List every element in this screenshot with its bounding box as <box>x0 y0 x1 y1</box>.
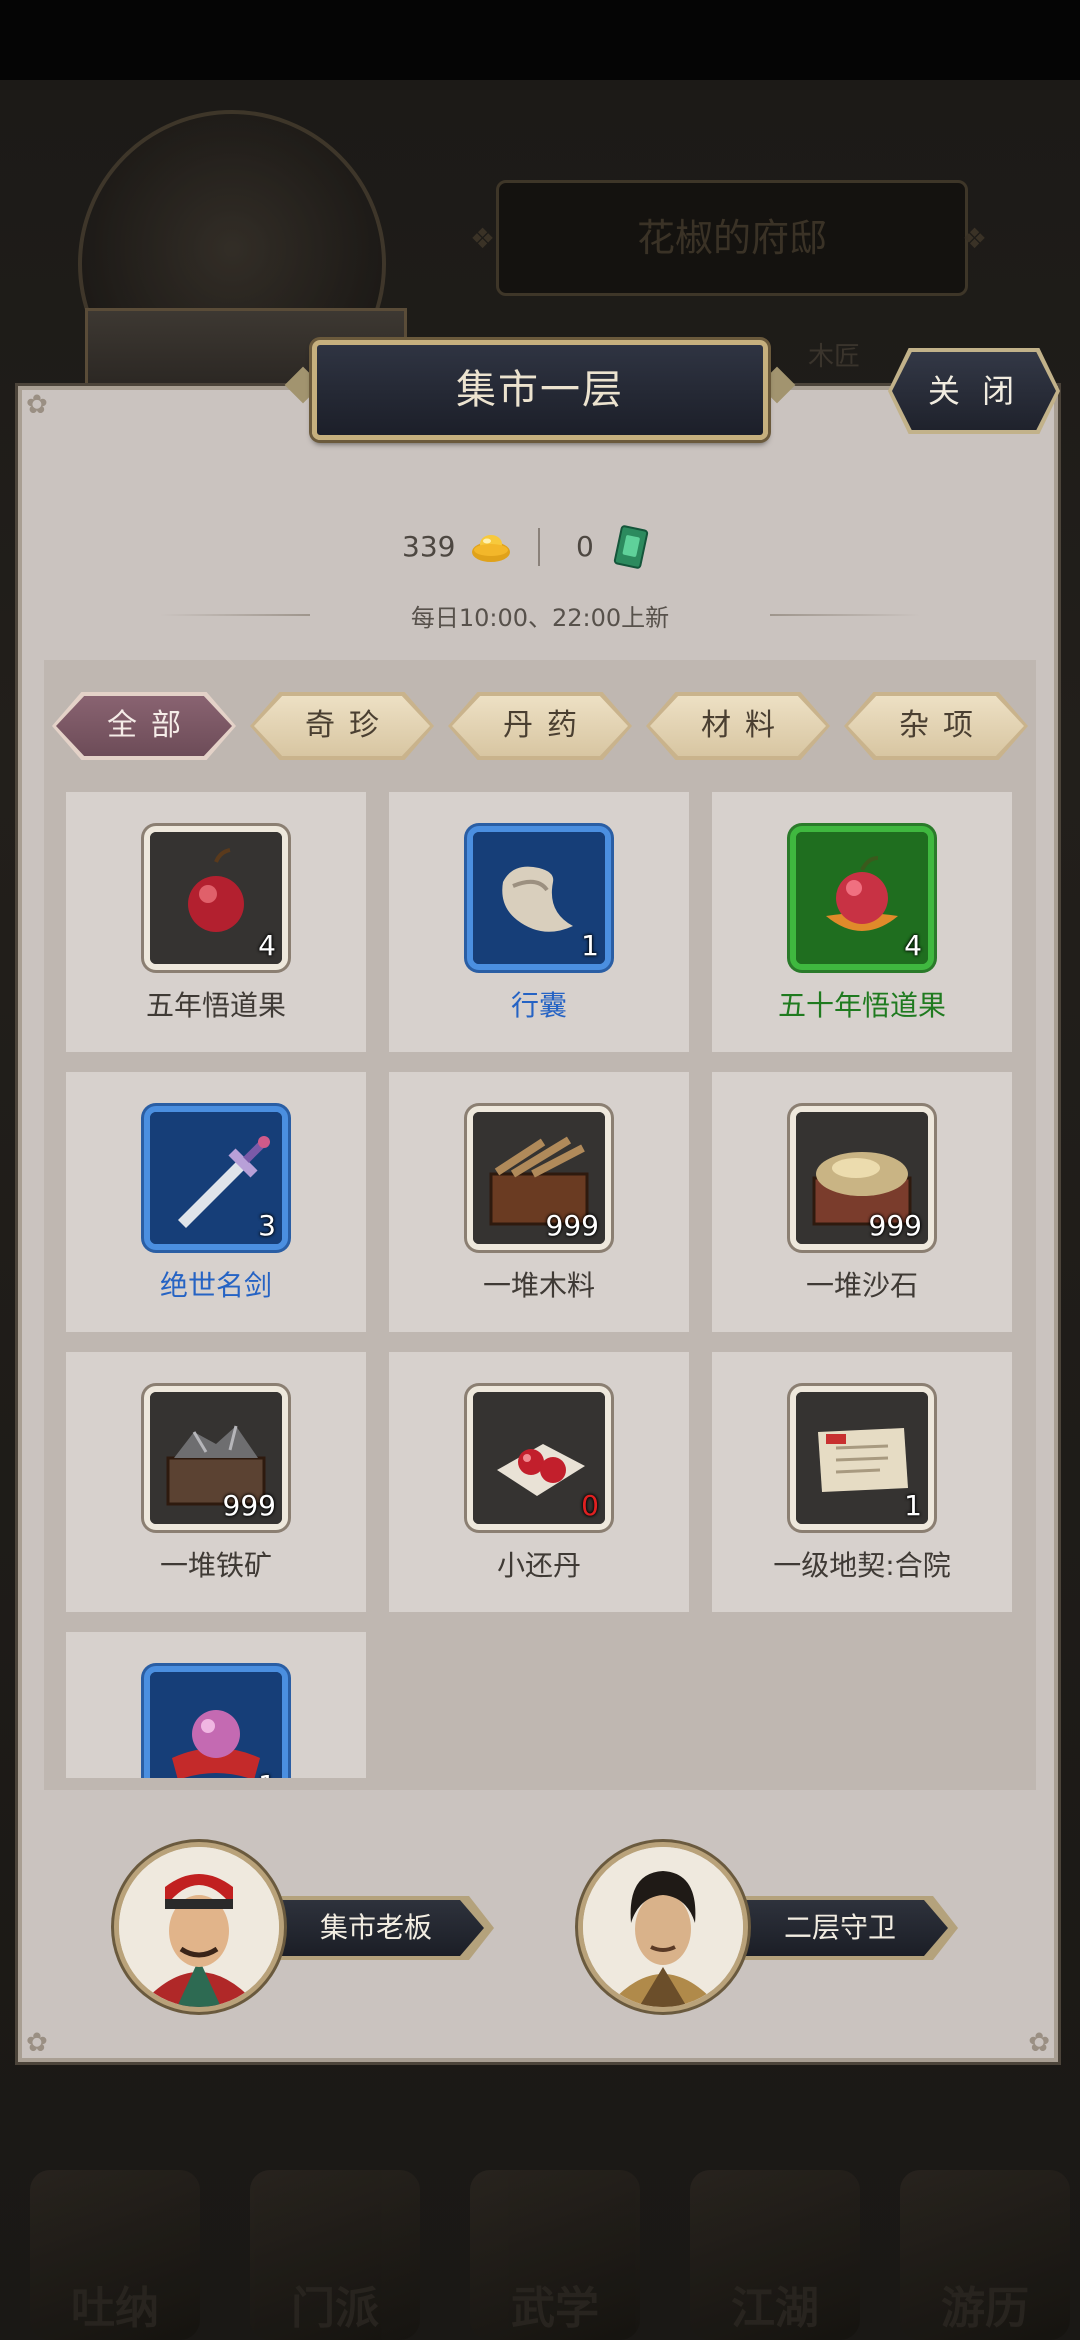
item-frame: 999 <box>790 1106 934 1250</box>
item-frame: 1 <box>790 1386 934 1530</box>
item-card[interactable]: 4 五十年悟道果 <box>712 792 1012 1052</box>
status-bar <box>0 0 1080 80</box>
item-name: 一堆木料 <box>482 1269 595 1302</box>
nav-label: 门派 <box>291 2283 379 2334</box>
item-frame: 0 <box>467 1386 611 1530</box>
corner-ornament-icon: ✿ <box>26 390 48 420</box>
close-button[interactable]: 关 闭 <box>892 352 1056 430</box>
item-frame: 999 <box>144 1386 288 1530</box>
tab-misc[interactable]: 杂项 <box>844 692 1028 760</box>
tab-label: 丹药 <box>452 696 628 756</box>
bottom-nav: 吐纳 门派 武学 江湖 游历 <box>0 2150 1080 2340</box>
gold-amount: 339 <box>402 530 456 563</box>
nav-jianghu[interactable]: 江湖 <box>690 2170 860 2340</box>
item-count: 999 <box>222 1489 276 1522</box>
background-sub-label: 木匠 <box>808 342 861 372</box>
divider-left <box>160 614 310 616</box>
nav-label: 游历 <box>941 2283 1029 2334</box>
item-card[interactable]: 999 一堆木料 <box>389 1072 689 1332</box>
item-card[interactable]: 999 一堆铁矿 <box>66 1352 366 1612</box>
item-count: 1 <box>904 1489 922 1522</box>
item-count: 3 <box>258 1209 276 1242</box>
nav-label: 吐纳 <box>71 2283 159 2334</box>
item-frame: 1 <box>467 826 611 970</box>
nav-tuna[interactable]: 吐纳 <box>30 2170 200 2340</box>
guard-avatar-icon <box>583 1847 743 2007</box>
tab-treasures[interactable]: 奇珍 <box>250 692 434 760</box>
item-count: 4 <box>258 929 276 962</box>
item-count: 1 <box>258 1769 276 1778</box>
jade-token-icon <box>613 525 649 569</box>
gold-ingot-icon <box>472 535 510 562</box>
pearl-pillow-icon <box>150 1672 282 1778</box>
item-count: 1 <box>581 929 599 962</box>
item-name: 绝世名剑 <box>159 1269 272 1302</box>
corner-ornament-icon: ✿ <box>1028 2028 1050 2058</box>
item-name: 小还丹 <box>496 1549 581 1582</box>
residence-title: 花椒的府邸 <box>496 180 968 296</box>
item-card[interactable]: 1 行囊 <box>389 792 689 1052</box>
item-card[interactable]: 0 小还丹 <box>389 1352 689 1612</box>
item-frame: 1 <box>144 1666 288 1778</box>
nav-youli[interactable]: 游历 <box>900 2170 1070 2340</box>
item-frame: 999 <box>467 1106 611 1250</box>
item-name: 五年悟道果 <box>145 989 286 1022</box>
tab-all[interactable]: 全部 <box>52 692 236 760</box>
avatar <box>114 1842 284 2012</box>
tab-label: 材料 <box>650 696 826 756</box>
currency-divider <box>538 528 540 566</box>
item-card[interactable]: 1 一级地契:合院 <box>712 1352 1012 1612</box>
tab-label: 杂项 <box>848 696 1024 756</box>
modal-title: 集市一层 <box>312 340 768 440</box>
tab-label: 奇珍 <box>254 696 430 756</box>
tab-materials[interactable]: 材料 <box>646 692 830 760</box>
background-ornament-right-icon: ❖ <box>962 222 988 255</box>
item-count: 4 <box>904 929 922 962</box>
item-card[interactable]: 4 五年悟道果 <box>66 792 366 1052</box>
item-grid: 4 五年悟道果 1 行囊 4 五十年悟道果 3 绝世名剑 999 一堆木料 99… <box>66 792 1014 1778</box>
item-card[interactable]: 1 <box>66 1632 366 1778</box>
item-card[interactable]: 999 一堆沙石 <box>712 1072 1012 1332</box>
item-name: 行囊 <box>510 989 567 1022</box>
nav-label: 武学 <box>511 2283 599 2334</box>
npc-market-boss[interactable]: 集市老板 <box>114 1842 514 2012</box>
item-name: 一级地契:合院 <box>773 1549 951 1582</box>
tab-label: 全部 <box>56 696 232 756</box>
avatar <box>578 1842 748 2012</box>
market-boss-avatar-icon <box>119 1847 279 2007</box>
item-count: 999 <box>868 1209 922 1242</box>
nav-wuxue[interactable]: 武学 <box>470 2170 640 2340</box>
jade-amount: 0 <box>576 530 594 563</box>
item-name: 五十年悟道果 <box>777 989 946 1022</box>
item-count: 999 <box>545 1209 599 1242</box>
item-card[interactable]: 3 绝世名剑 <box>66 1072 366 1332</box>
nav-label: 江湖 <box>731 2283 819 2334</box>
nav-menpai[interactable]: 门派 <box>250 2170 420 2340</box>
item-name: 一堆铁矿 <box>159 1549 272 1582</box>
item-frame: 3 <box>144 1106 288 1250</box>
currency-bar: 339 0 <box>360 520 720 576</box>
divider-right <box>770 614 920 616</box>
item-count: 0 <box>581 1489 599 1522</box>
tab-pills[interactable]: 丹药 <box>448 692 632 760</box>
item-frame: 4 <box>144 826 288 970</box>
category-tabs: 全部 奇珍 丹药 材料 杂项 <box>52 692 1032 762</box>
npc-second-floor-guard[interactable]: 二层守卫 <box>578 1842 978 2012</box>
refresh-schedule: 每日10:00、22:00上新 <box>410 604 670 632</box>
background-ornament-left-icon: ❖ <box>470 222 496 255</box>
item-frame: 4 <box>790 826 934 970</box>
corner-ornament-icon: ✿ <box>26 2028 48 2058</box>
item-name: 一堆沙石 <box>805 1269 918 1302</box>
